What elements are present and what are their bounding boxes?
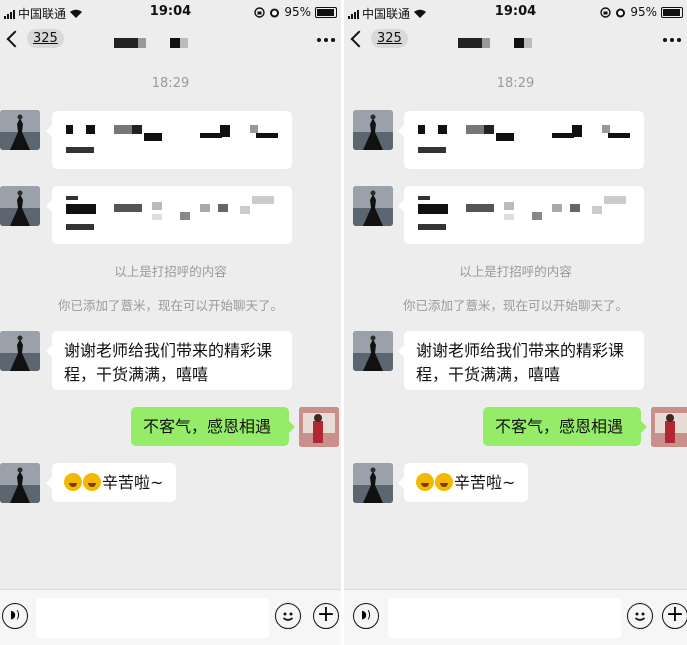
more-icon[interactable] bbox=[317, 38, 335, 42]
message-text: 谢谢老师给我们带来的精彩课程，干货满满，嘻嘻 bbox=[64, 341, 273, 384]
redacted-text bbox=[64, 119, 280, 161]
contact-avatar[interactable] bbox=[0, 186, 40, 226]
redacted-text bbox=[416, 119, 632, 161]
status-right: 95% bbox=[600, 5, 683, 19]
alarm-icon bbox=[616, 8, 626, 17]
unread-count: 325 bbox=[27, 29, 64, 48]
contact-avatar[interactable] bbox=[0, 463, 40, 503]
rotation-lock-icon bbox=[254, 6, 266, 18]
friend-added-note: 你已添加了薏米，现在可以开始聊天了。 bbox=[402, 298, 628, 313]
pleading-emoji-icon bbox=[64, 473, 82, 491]
message-bubble[interactable]: 谢谢老师给我们带来的精彩课程，干货满满，嘻嘻 bbox=[46, 331, 292, 390]
chat-nav-bar: 325 bbox=[0, 26, 341, 58]
redacted-message-bubble[interactable] bbox=[398, 186, 644, 244]
phone-screen-right: 中国联通 19:04 95% 325 18:29 以上是打招呼的内容 你已添加了… bbox=[344, 0, 687, 645]
plus-icon[interactable]: + bbox=[313, 603, 339, 629]
my-avatar[interactable] bbox=[299, 407, 339, 447]
pleading-emoji-icon bbox=[435, 473, 453, 491]
input-bar: ◗) + bbox=[0, 589, 341, 645]
contact-name-redacted bbox=[114, 38, 188, 48]
status-bar: 中国联通 19:04 95% bbox=[0, 0, 341, 24]
status-right: 95% bbox=[254, 5, 337, 19]
rotation-lock-icon bbox=[600, 6, 612, 18]
back-button[interactable]: 325 bbox=[5, 29, 64, 48]
message-text: 不客气，感恩相遇 bbox=[495, 417, 624, 436]
greeting-note: 以上是打招呼的内容 bbox=[459, 264, 572, 279]
emoji-icon[interactable] bbox=[627, 603, 653, 629]
message-bubble[interactable]: 不客气，感恩相遇 bbox=[483, 407, 647, 446]
battery-percent: 95% bbox=[630, 5, 657, 19]
chevron-left-icon bbox=[6, 30, 24, 47]
my-avatar[interactable] bbox=[651, 407, 687, 447]
message-text: 谢谢老师给我们带来的精彩课程，干货满满，嘻嘻 bbox=[416, 341, 625, 384]
contact-avatar[interactable] bbox=[353, 463, 393, 503]
battery-percent: 95% bbox=[284, 5, 311, 19]
emoji-icon[interactable] bbox=[275, 603, 301, 629]
phone-screen-left: 中国联通 19:04 95% 325 18:29 以上是打招呼的内容 你已添加了… bbox=[0, 0, 341, 645]
message-bubble[interactable]: 谢谢老师给我们带来的精彩课程，干货满满，嘻嘻 bbox=[398, 331, 644, 390]
more-icon[interactable] bbox=[663, 38, 681, 42]
battery-icon bbox=[661, 6, 683, 18]
redacted-message-bubble[interactable] bbox=[46, 186, 292, 244]
input-bar: ◗) + bbox=[344, 589, 687, 645]
voice-icon[interactable]: ◗) bbox=[2, 603, 28, 629]
message-input[interactable] bbox=[36, 598, 269, 638]
message-bubble[interactable]: 辛苦啦~ bbox=[46, 463, 176, 502]
contact-avatar[interactable] bbox=[353, 110, 393, 150]
chat-nav-bar: 325 bbox=[344, 26, 687, 58]
plus-icon[interactable]: + bbox=[662, 603, 687, 629]
greeting-note: 以上是打招呼的内容 bbox=[114, 264, 227, 279]
chat-timestamp: 18:29 bbox=[151, 76, 190, 91]
back-button[interactable]: 325 bbox=[349, 29, 408, 48]
message-text: 辛苦啦~ bbox=[454, 473, 516, 492]
contact-name-redacted bbox=[458, 38, 532, 48]
message-bubble[interactable]: 不客气，感恩相遇 bbox=[131, 407, 295, 446]
friend-added-note: 你已添加了薏米，现在可以开始聊天了。 bbox=[57, 298, 283, 313]
message-bubble[interactable]: 辛苦啦~ bbox=[398, 463, 528, 502]
chat-timestamp: 18:29 bbox=[496, 76, 535, 91]
message-text: 不客气，感恩相遇 bbox=[143, 417, 272, 436]
redacted-text bbox=[416, 194, 632, 236]
pleading-emoji-icon bbox=[416, 473, 434, 491]
contact-avatar[interactable] bbox=[353, 186, 393, 226]
contact-avatar[interactable] bbox=[0, 110, 40, 150]
pleading-emoji-icon bbox=[83, 473, 101, 491]
redacted-message-bubble[interactable] bbox=[398, 111, 644, 169]
contact-avatar[interactable] bbox=[353, 331, 393, 371]
chevron-left-icon bbox=[350, 30, 368, 47]
alarm-icon bbox=[270, 8, 280, 17]
voice-icon[interactable]: ◗) bbox=[353, 603, 379, 629]
screenshot-pair: 中国联通 19:04 95% 325 18:29 以上是打招呼的内容 你已添加了… bbox=[0, 0, 687, 645]
message-text: 辛苦啦~ bbox=[102, 473, 164, 492]
battery-icon bbox=[315, 6, 337, 18]
unread-count: 325 bbox=[371, 29, 408, 48]
contact-avatar[interactable] bbox=[0, 331, 40, 371]
redacted-message-bubble[interactable] bbox=[46, 111, 292, 169]
status-bar: 中国联通 19:04 95% bbox=[344, 0, 687, 24]
redacted-text bbox=[64, 194, 280, 236]
message-input[interactable] bbox=[388, 598, 621, 638]
